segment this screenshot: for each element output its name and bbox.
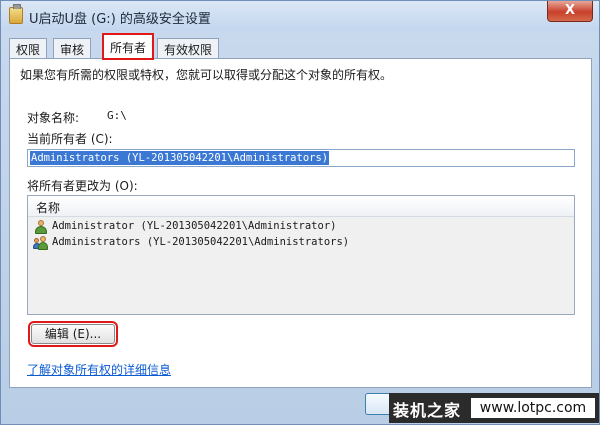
group-icon [33,236,48,250]
change-owner-label: 将所有者更改为 (O): [27,179,138,193]
owner-intro-text: 如果您有所需的权限或特权，您就可以取得或分配这个对象的所有权。 [20,68,393,82]
list-item-label: Administrators (YL-201305042201\Administ… [52,236,350,248]
user-icon [34,220,48,234]
title-bar[interactable]: U启动U盘 (G:) 的高级安全设置 X [1,1,599,31]
watermark-brand: 装机之家 [393,401,462,420]
list-column-header[interactable]: 名称 [28,196,574,217]
object-name-value: G:\ [107,109,127,122]
list-item[interactable]: Administrators (YL-201305042201\Administ… [32,235,562,251]
close-button[interactable]: X [547,1,593,22]
tab-owner[interactable]: 所有者 [101,33,155,60]
watermark-url: www.lotpc.com [471,398,595,418]
drive-icon [9,4,23,24]
tab-permissions[interactable]: 权限 [9,38,48,58]
tab-effective-permissions[interactable]: 有效权限 [157,38,220,58]
security-settings-window: U启动U盘 (G:) 的高级安全设置 X 权限 审核 所有者 有效权限 如果您有… [0,0,600,425]
tab-auditing[interactable]: 审核 [53,38,92,58]
window-title: U启动U盘 (G:) 的高级安全设置 [29,12,211,27]
current-owner-value: Administrators (YL-201305042201\Administ… [30,151,330,165]
current-owner-field[interactable]: Administrators (YL-201305042201\Administ… [27,149,575,167]
site-watermark: 装机之家 www.lotpc.com [389,393,599,423]
name-column-header: 名称 [36,201,61,215]
owner-candidates-list[interactable]: 名称 Administrator (YL-201305042201\Admini… [27,195,575,315]
current-owner-label: 当前所有者 (C): [27,132,113,146]
list-item[interactable]: Administrator (YL-201305042201\Administr… [32,219,562,235]
list-item-label: Administrator (YL-201305042201\Administr… [52,220,337,232]
object-name-label: 对象名称: [27,111,80,125]
learn-more-link[interactable]: 了解对象所有权的详细信息 [27,361,171,378]
edit-button[interactable]: 编辑 (E)... [28,321,118,347]
